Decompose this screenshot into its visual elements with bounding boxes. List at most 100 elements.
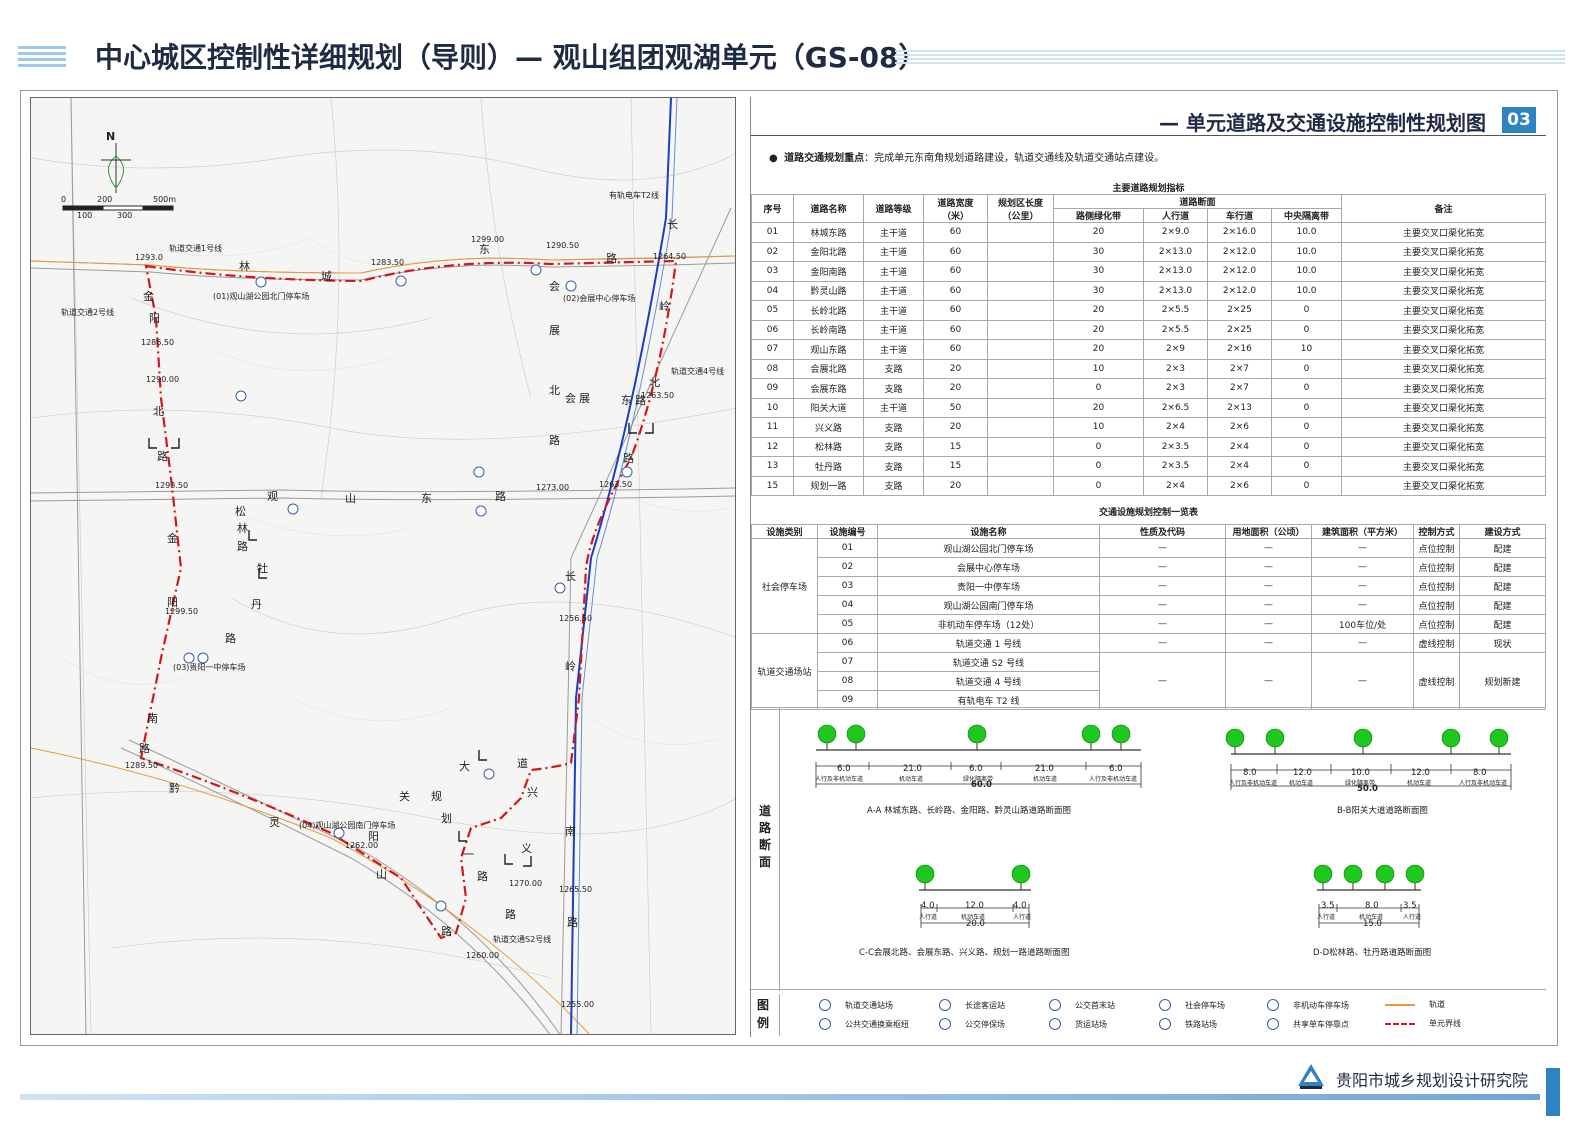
section-dd-part: 人行道 [1403, 914, 1422, 921]
focus-label: 道路交通规划重点 [784, 153, 865, 164]
table-cell: 0 [1053, 456, 1144, 477]
table-cell: 点位控制 [1413, 595, 1460, 615]
table-header-cell: 设施名称 [877, 524, 1100, 539]
road-label-char: 林 [237, 522, 248, 535]
section-cc-part: 人行道 [919, 914, 938, 921]
road-label-char: 兴 [527, 786, 538, 799]
focus-text: ：完成单元东南角规划道路建设，轨道交通线及轨道交通站点建设。 [864, 153, 1165, 164]
legend-item-label: 轨道 [1429, 1000, 1445, 1009]
legend-symbol-icon [1385, 1022, 1415, 1025]
table-cell: 会展北路 [793, 358, 864, 379]
table-cell: 2×13.0 [1143, 241, 1208, 262]
table-cell: 2×25 [1207, 300, 1272, 321]
col-lane: 车行道 [1207, 208, 1272, 223]
parking-label: (04)观山湖公园南门停车场 [299, 821, 396, 830]
col-median: 中央隔离带 [1271, 208, 1342, 223]
col-width: 道路宽度 （米） [923, 194, 988, 223]
table-cell: 0 [1271, 456, 1342, 477]
table-cell: 主要交叉口渠化拓宽 [1341, 222, 1546, 243]
table-cell: 100车位/处 [1311, 614, 1414, 634]
table-cell: 15 [923, 456, 988, 477]
legend-item: 社会停车场 [1159, 999, 1225, 1011]
road-label-char: 路 [139, 742, 150, 755]
map-pane[interactable]: N 0 200 500m 100 300 轨道交通1号线 轨道交通2号线 轨道交… [30, 97, 736, 1035]
table-cell: 主干道 [863, 222, 924, 243]
table-cell: 贵阳一中停车场 [877, 576, 1100, 596]
col-section: 道路断面 [1053, 194, 1342, 209]
table-cell: 配建 [1459, 557, 1546, 577]
title-bar: 中心城区控制性详细规划（导则）— 观山组团观湖单元（GS-08） [0, 0, 1588, 86]
section-bb-part: 人行及非机动车道 [1229, 780, 1278, 787]
road-label-char: 城 [321, 270, 332, 283]
road-label-char: 牡 [257, 562, 268, 575]
section-aa-dim: 6.0 [837, 764, 851, 774]
table-cell: 10.0 [1271, 222, 1342, 243]
table-cell: 2×7 [1207, 378, 1272, 399]
table-cell: 主要交叉口渠化拓宽 [1341, 378, 1546, 399]
legend-symbol-icon [1267, 1018, 1279, 1030]
col-grade: 道路等级 [863, 194, 924, 223]
table-cell: 2×12.0 [1207, 261, 1272, 282]
section-bb-part: 人行及非机动车道 [1459, 780, 1508, 787]
col-width-text: 道路宽度 [937, 198, 974, 209]
table-cell [987, 456, 1054, 477]
table-row: 01 林城东路 主干道 60 20 2×9.0 2×16.0 10.0 主要交叉口渠化拓宽 [751, 222, 1546, 243]
table-cell: 20 [923, 358, 988, 379]
table-cell: 点位控制 [1413, 538, 1460, 558]
road-sections: 道 路 断 面 6.0 21.0 6.0 21.0 6.0 人行及非机动车道 机… [751, 707, 1546, 991]
facility-table-header: 设施类别 设施编号 设施名称 性质及代码 用地面积（公顷） 建筑面积（平方米） 控制方式 建设… [751, 524, 1546, 539]
facility-table-body: 社会停车场 01 观山湖公园北门停车场 — — — 点位控制 配建 02 会展中心停车场 — — — 点位… [751, 538, 1546, 710]
table-cell: 主要交叉口渠化拓宽 [1341, 280, 1546, 301]
table-cell: — [1311, 538, 1414, 558]
elevation-label: 1293.0 [135, 253, 163, 262]
table-cell: 虚线控制 [1413, 633, 1460, 653]
table-cell: 会展中心停车场 [877, 557, 1100, 577]
table-row: 09 会展东路 支路 20 0 2×3 2×7 0 主要交叉口渠化拓宽 [751, 378, 1546, 399]
table-cell: — [1225, 652, 1312, 710]
elevation-label: 1255.00 [561, 1000, 595, 1009]
table-cell: 0 [1271, 319, 1342, 340]
table-cell: — [1311, 576, 1414, 596]
table-cell: 20 [1053, 339, 1144, 360]
road-label-char: 阳 [167, 596, 178, 609]
table-cell [987, 280, 1054, 301]
rail-label: 有轨电车T2线 [609, 191, 659, 200]
section-cc-dim: 4.0 [921, 901, 935, 911]
table-cell: 配建 [1459, 614, 1546, 634]
legend-symbol-icon [1049, 999, 1061, 1011]
road-label-char: 山 [345, 492, 356, 505]
scale-label: 300 [117, 211, 133, 220]
table-cell: 13 [751, 456, 794, 477]
table-cell: 2×4 [1207, 436, 1272, 457]
rail-label: 轨道交通1号线 [169, 244, 223, 253]
table-cell: 2×5.5 [1143, 319, 1208, 340]
table-cell: 支路 [863, 378, 924, 399]
section-cc-dim: 12.0 [965, 901, 984, 911]
table-cell: 60 [923, 339, 988, 360]
table-header-cell: 建设方式 [1459, 524, 1546, 539]
table-cell: — [1311, 652, 1414, 710]
table-cell: 轨道交通 4 号线 [877, 671, 1100, 691]
table-cell: — [1099, 576, 1226, 596]
table-cell: 10.0 [1271, 241, 1342, 262]
table-cell: 05 [817, 614, 878, 634]
road-label-char: 路 [635, 394, 646, 407]
table-cell: 主要交叉口渠化拓宽 [1341, 456, 1546, 477]
footer-bar [20, 1094, 1540, 1100]
table-cell: 30 [1053, 241, 1144, 262]
road-label-char: 东 [621, 394, 632, 407]
road-label-char: 长 [667, 218, 678, 231]
legend-item: 铁路站场 [1159, 1018, 1217, 1030]
table-cell: 20 [923, 475, 988, 496]
legend-item: 轨道 [1385, 999, 1445, 1010]
table-cell: 支路 [863, 456, 924, 477]
rail-label: 轨道交通S2号线 [493, 935, 552, 944]
table-cell: 20 [1053, 319, 1144, 340]
table-cell: 10.0 [1271, 261, 1342, 282]
road-label-char: 路 [505, 908, 516, 921]
section-bb-dim: 10.0 [1351, 768, 1370, 778]
col-name: 道路名称 [793, 194, 864, 223]
legend-label-char: 例 [757, 1016, 770, 1030]
section-aa-total: 60.0 [971, 780, 992, 790]
section-aa-part: 机动车道 [1033, 776, 1058, 783]
